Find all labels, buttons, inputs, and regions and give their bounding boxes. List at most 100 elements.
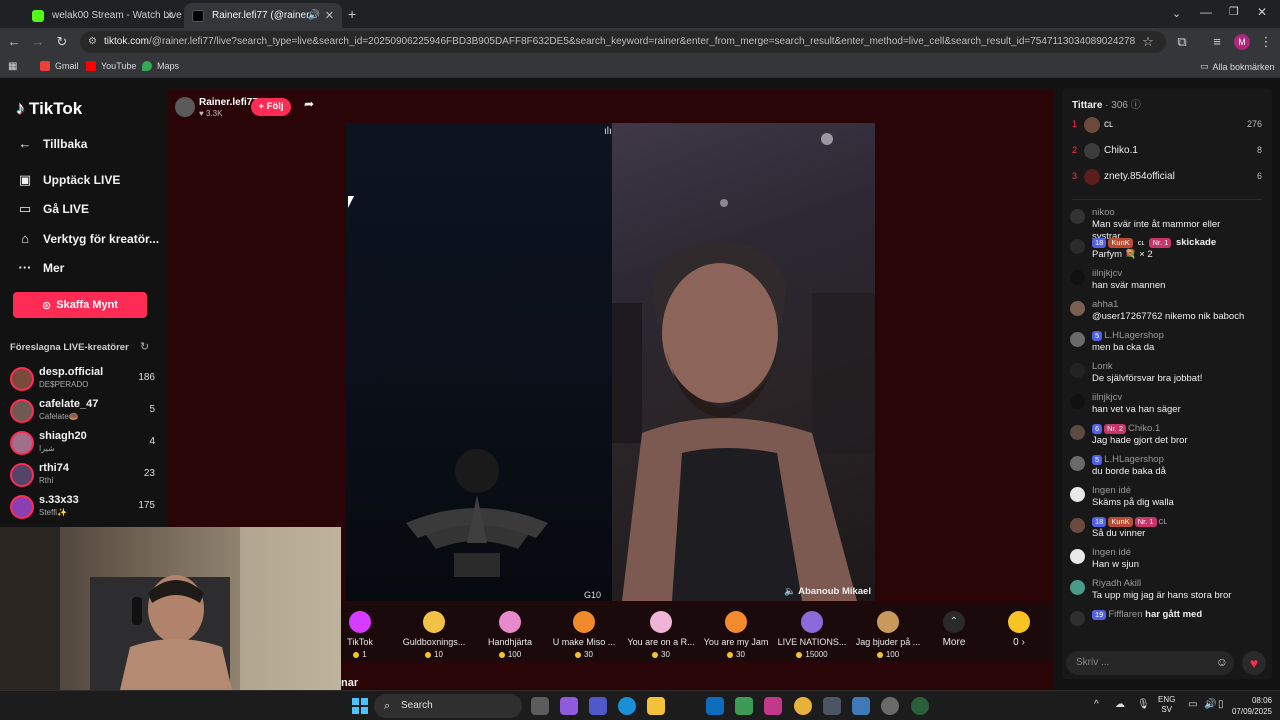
- viewers-header[interactable]: Tittare · 306 ⓘ: [1072, 96, 1141, 111]
- monitor-icon[interactable]: ▭: [1188, 699, 1197, 710]
- minimize-icon[interactable]: —: [1200, 5, 1212, 19]
- avatar[interactable]: [1070, 301, 1085, 316]
- nav-discover-live[interactable]: ▣ Upptäck LIVE: [16, 172, 121, 188]
- close-tab-icon[interactable]: ✕: [165, 9, 174, 22]
- chat-user[interactable]: iilnjkjcv: [1092, 392, 1122, 404]
- back-link[interactable]: ← Tillbaka: [16, 136, 88, 151]
- top-viewer-row[interactable]: 3 znety.854official 6: [1072, 169, 1262, 187]
- gifts-more-button[interactable]: ⌃ More: [918, 611, 990, 648]
- profile-avatar[interactable]: M: [1234, 34, 1250, 50]
- apps-grid-icon[interactable]: ▦: [8, 61, 17, 72]
- tab-welak00[interactable]: welak00 Stream - Watch Live o ✕: [24, 3, 182, 28]
- extensions-icon[interactable]: ⧉: [1174, 34, 1190, 50]
- bookmark-youtube[interactable]: YouTube: [86, 61, 136, 71]
- clock[interactable]: 08:06 07/09/2025: [1226, 695, 1272, 717]
- audio-icon[interactable]: 🔊: [308, 10, 320, 21]
- tab-search-icon[interactable]: ⌄: [1172, 7, 1181, 20]
- battery-icon[interactable]: ▯: [1218, 699, 1224, 710]
- chat-user[interactable]: nikoo: [1092, 207, 1115, 219]
- top-viewer-row[interactable]: 2 Chiko.1 8: [1072, 143, 1262, 161]
- obs-icon[interactable]: [881, 697, 899, 715]
- forward-icon[interactable]: →: [30, 34, 46, 50]
- chat-user[interactable]: Ingen idé: [1092, 485, 1131, 497]
- chat-user[interactable]: Riyadh Akill: [1092, 578, 1141, 590]
- chat-input[interactable]: Skriv ... ☺: [1066, 651, 1234, 675]
- bookmark-maps[interactable]: Maps: [142, 61, 179, 71]
- chat-user[interactable]: 18 KunK Nr. 1 ᴄʟ: [1092, 516, 1167, 528]
- file-explorer-icon[interactable]: [647, 697, 665, 715]
- reload-icon[interactable]: ↻: [54, 34, 70, 50]
- restore-icon[interactable]: ❐: [1229, 5, 1239, 18]
- creator-item[interactable]: s.33x33 Steffi✨ 175: [10, 493, 155, 523]
- security-icon[interactable]: [735, 697, 753, 715]
- chat-user[interactable]: 6 Nr. 2 Chiko.1: [1092, 423, 1160, 435]
- office-icon[interactable]: [764, 697, 782, 715]
- input-language[interactable]: ENG SV: [1158, 695, 1175, 715]
- nav-creator-tools[interactable]: ⌂ Verktyg för kreatör...: [16, 231, 159, 246]
- gift-item[interactable]: LIVE NATIONS... 15000: [776, 611, 848, 659]
- host-name[interactable]: Rainer.lefi77: [199, 97, 258, 108]
- media-control-icon[interactable]: ≡: [1209, 34, 1225, 50]
- follow-button[interactable]: + Följ: [251, 98, 291, 116]
- chat-user[interactable]: Ingen idé: [1092, 547, 1131, 559]
- outlook-icon[interactable]: [706, 697, 724, 715]
- nav-more[interactable]: ··· Mer: [16, 260, 65, 275]
- avatar[interactable]: [1070, 332, 1085, 347]
- chat-user[interactable]: 5 L.HLagershop: [1092, 454, 1164, 466]
- close-tab-icon[interactable]: ✕: [325, 9, 334, 22]
- avatar[interactable]: [1070, 580, 1085, 595]
- taskbar-search[interactable]: ⌕ Search: [374, 694, 522, 718]
- windows-start-icon[interactable]: [352, 698, 368, 714]
- chat-user[interactable]: 5 L.HLagershop: [1092, 330, 1164, 342]
- gift-item[interactable]: TikTok 1: [324, 611, 396, 659]
- photos-icon[interactable]: [852, 697, 870, 715]
- avatar[interactable]: [1070, 209, 1085, 224]
- gift-item[interactable]: Guldboxnings... 10: [398, 611, 470, 659]
- coin-balance-button[interactable]: 0 ›: [984, 611, 1054, 648]
- get-coins-button[interactable]: ⊙ Skaffa Mynt: [13, 292, 147, 318]
- chat-user[interactable]: 18 KunK ᴄʟ Nr. 1 skickade: [1092, 237, 1216, 249]
- chrome-icon[interactable]: [794, 697, 812, 715]
- creator-item[interactable]: desp.official DE$PERADO 186: [10, 365, 155, 395]
- teams-icon[interactable]: [589, 697, 607, 715]
- copilot-icon[interactable]: [560, 697, 578, 715]
- chat-user[interactable]: ahha1: [1092, 299, 1118, 311]
- nav-go-live[interactable]: ▭ Gå LIVE: [16, 201, 89, 217]
- avatar[interactable]: [1070, 363, 1085, 378]
- creator-item[interactable]: rthi74 Rthi 23: [10, 461, 155, 491]
- avatar[interactable]: [1070, 611, 1085, 626]
- top-viewer-row[interactable]: 1 ᴄʟ 276: [1072, 117, 1262, 135]
- mic-icon[interactable]: 🎙: [1137, 699, 1150, 710]
- avatar[interactable]: [1070, 549, 1085, 564]
- guest-video-left[interactable]: G10: [346, 123, 612, 601]
- avatar[interactable]: [1070, 425, 1085, 440]
- spotify-icon[interactable]: [911, 697, 929, 715]
- bookmark-gmail[interactable]: Gmail: [40, 61, 79, 71]
- avatar[interactable]: [1070, 487, 1085, 502]
- gift-item[interactable]: You are on a R... 30: [625, 611, 697, 659]
- avatar[interactable]: [1070, 456, 1085, 471]
- host-avatar[interactable]: [175, 97, 195, 117]
- creator-item[interactable]: shiagh20 شیرا 4: [10, 429, 155, 459]
- close-window-icon[interactable]: ✕: [1257, 5, 1267, 19]
- avatar[interactable]: [1070, 518, 1085, 533]
- avatar[interactable]: [1070, 394, 1085, 409]
- chat-user[interactable]: Lorik: [1092, 361, 1113, 373]
- new-tab-icon[interactable]: +: [348, 6, 356, 22]
- refresh-icon[interactable]: ↻: [140, 340, 149, 353]
- tray-chevron-icon[interactable]: ^: [1094, 699, 1099, 710]
- gift-item[interactable]: Jag bjuder på ... 100: [852, 611, 924, 659]
- help-icon[interactable]: ⓘ: [1131, 100, 1141, 111]
- app-icon[interactable]: [823, 697, 841, 715]
- task-view-icon[interactable]: [531, 697, 549, 715]
- chat-user[interactable]: iilnjkjcv: [1092, 268, 1122, 280]
- creator-item[interactable]: cafelate_47 Cafelate🍩 5: [10, 397, 155, 427]
- cloud-icon[interactable]: ☁: [1115, 699, 1125, 710]
- tiktok-logo[interactable]: ♪ TikTok: [16, 98, 82, 119]
- like-heart-icon[interactable]: ♥: [1242, 651, 1266, 675]
- gift-item[interactable]: Handhjärta 100: [474, 611, 546, 659]
- avatar[interactable]: [1070, 270, 1085, 285]
- edge-icon[interactable]: [618, 697, 636, 715]
- back-icon[interactable]: ←: [6, 34, 22, 50]
- gift-item[interactable]: U make Miso ... 30: [548, 611, 620, 659]
